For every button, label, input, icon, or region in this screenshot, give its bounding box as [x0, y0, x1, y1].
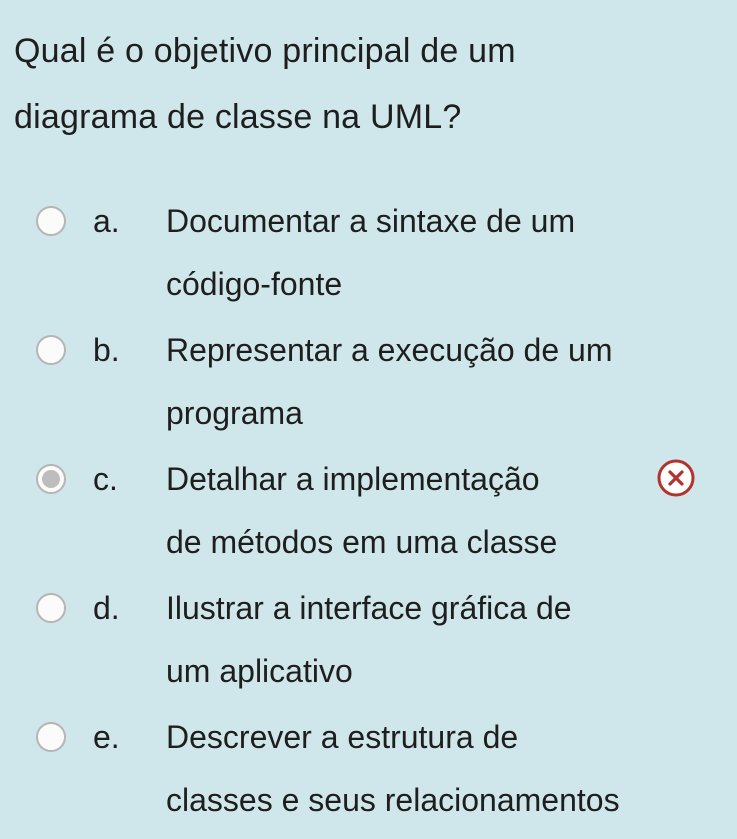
option-e[interactable]: e. Descrever a estrutura de classes e se… [0, 706, 737, 835]
quiz-page: Qual é o objetivo principal de um diagra… [0, 0, 737, 839]
option-text-c: Detalhar a implementação de métodos em u… [166, 461, 558, 560]
option-c[interactable]: c. Detalhar a implementação de métodos e… [0, 448, 737, 577]
option-letter-c: c. [93, 461, 118, 497]
option-text-e: Descrever a estrutura de classes e seus … [166, 719, 620, 818]
option-d[interactable]: d. Ilustrar a interface gráfica de um ap… [0, 577, 737, 706]
answer-options: a. Documentar a sintaxe de um código-fon… [0, 190, 737, 835]
option-text-d: Ilustrar a interface gráfica de um aplic… [166, 590, 572, 689]
close-circle-icon [657, 459, 695, 497]
radio-button-a[interactable] [36, 206, 66, 236]
radio-button-b[interactable] [36, 335, 66, 365]
radio-button-c-selected[interactable] [36, 464, 66, 494]
option-letter-e: e. [93, 719, 120, 755]
radio-button-d[interactable] [36, 593, 66, 623]
question-text: Qual é o objetivo principal de um diagra… [14, 32, 516, 136]
radio-button-e[interactable] [36, 722, 66, 752]
option-a[interactable]: a. Documentar a sintaxe de um código-fon… [0, 190, 737, 319]
option-letter-d: d. [93, 590, 120, 626]
option-letter-a: a. [93, 203, 120, 239]
option-text-b: Representar a execução de um programa [166, 332, 613, 431]
option-letter-b: b. [93, 332, 120, 368]
option-b[interactable]: b. Representar a execução de um programa [0, 319, 737, 448]
option-text-a: Documentar a sintaxe de um código-fonte [166, 203, 576, 302]
